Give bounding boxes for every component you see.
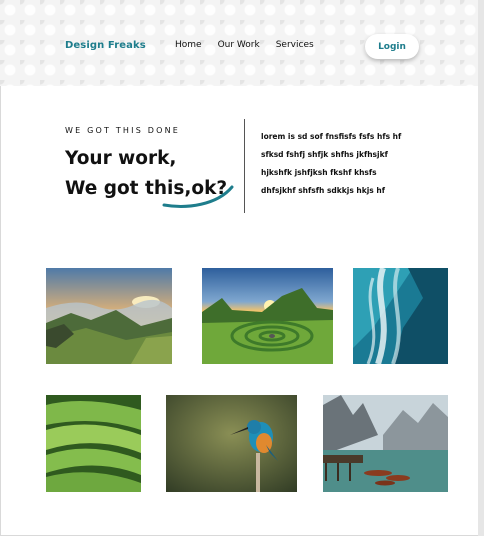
main-nav: Home Our Work Services: [175, 40, 330, 50]
gallery-photo-green-spiral[interactable]: [202, 268, 333, 364]
nav-home[interactable]: Home: [175, 40, 202, 50]
brand-logo[interactable]: Design Freaks: [65, 40, 146, 51]
gallery-photo-alpine-lake[interactable]: [323, 395, 448, 492]
gallery-photo-ocean-waves[interactable]: [353, 268, 448, 364]
nav-services[interactable]: Services: [276, 40, 314, 50]
scrollbar-track[interactable]: [478, 0, 484, 536]
login-button[interactable]: Login: [365, 34, 419, 59]
gallery-photo-green-hills[interactable]: [46, 395, 141, 492]
gallery-photo-mountain-valley[interactable]: [46, 268, 172, 364]
hero-body: lorem is sd sof fnsfisfs fsfs hfs hf sfk…: [261, 128, 436, 200]
hero-body-line: lorem is sd sof fnsfisfs fsfs hfs hf: [261, 132, 402, 141]
nav-our-work[interactable]: Our Work: [218, 40, 260, 50]
site-header: Design Freaks Home Our Work Services Log…: [0, 0, 478, 86]
hero-body-line: sfksd fshfj shfjk shfhs jkfhsjkf: [261, 150, 388, 159]
brush-underline: [162, 185, 234, 208]
gallery-photo-kingfisher[interactable]: [166, 395, 297, 492]
headline-line-1: Your work,: [65, 148, 177, 169]
hero-kicker: WE GOT THIS DONE: [65, 126, 181, 135]
hero-divider: [244, 119, 245, 213]
hero-body-line: hjkshfk jshfjksh fkshf khsfs: [261, 168, 377, 177]
hero-body-line: dhfsjkhf shfsfh sdkkjs hkjs hf: [261, 186, 385, 195]
